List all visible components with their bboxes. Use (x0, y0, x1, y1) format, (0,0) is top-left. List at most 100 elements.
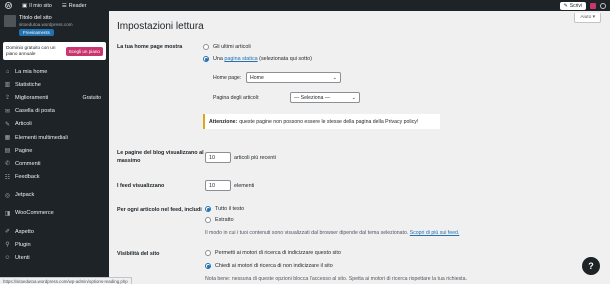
my-site-icon: ▣ (22, 2, 28, 9)
posts-page-select-label: Pagina degli articoli: (213, 95, 260, 101)
sidebar-item-aspetto[interactable]: ✐ Aspetto (0, 225, 109, 238)
sidebar-menu: ⌂ La mia home ▥ Statistiche ⇪ Miglioramenti Gr… (0, 65, 109, 265)
visibility-allow-option[interactable]: Permetti ai motori di ricerca di indiciz… (205, 250, 341, 256)
sidebar-item-casella-di-posta[interactable]: ✉ Casella di posta (0, 105, 109, 118)
feed-items-label: I feed visualizzano (117, 183, 165, 189)
reader-icon: ☰ (61, 2, 67, 9)
domain-promo: Dominio gratuito con un piano annuale Sc… (3, 42, 106, 60)
latest-radio[interactable] (203, 44, 209, 50)
sidebar-item-woocommerce[interactable]: ◨ WooCommerce (0, 207, 109, 220)
homepage-select-value: Home (250, 74, 264, 81)
sidebar-item-elementi-multimediali[interactable]: ▦ Elementi multimediali (0, 131, 109, 144)
notice-text: queste pagine non possono essere le stes… (239, 118, 419, 125)
feed-excerpt-option[interactable]: Estratto (205, 217, 234, 223)
full-text-label: Tutto il testo (215, 206, 245, 212)
excerpt-label: Estratto (215, 217, 234, 223)
site-header[interactable]: Titolo del sito sitoedutoa.wordpress.com… (0, 11, 109, 38)
admin-bar: W ▣ Il mio sito ☰ Reader ✎ Scrivi (0, 0, 610, 11)
homepage-static-option[interactable]: Una pagina statica (selezionata qui sott… (203, 56, 312, 62)
allow-indexing-label: Permetti ai motori di ricerca di indiciz… (215, 250, 341, 256)
static-page-link[interactable]: pagina statica (224, 56, 257, 62)
sidebar-item-label: Statistiche (15, 81, 41, 88)
comment-icon: ✆ (4, 161, 11, 168)
sidebar-item-label: Jetpack (15, 192, 35, 199)
user-avatar[interactable] (590, 2, 596, 9)
homepage-latest-option[interactable]: Gli ultimi articoli (203, 44, 251, 50)
excerpt-radio[interactable] (205, 217, 211, 223)
sidebar-item-plugin[interactable]: ⚲ Plugin (0, 238, 109, 251)
pin-icon: ✎ (4, 121, 11, 128)
notifications-icon[interactable] (600, 2, 606, 9)
write-icon: ✎ (563, 2, 568, 9)
feed-learn-more-link[interactable]: Scopri di più sui feed. (410, 230, 460, 236)
sidebar-item-label: La mia home (15, 68, 48, 75)
sidebar-item-pagine[interactable]: ▤ Pagine (0, 144, 109, 157)
inbox-icon: ✉ (4, 108, 11, 115)
reader-link[interactable]: ☰ Reader (57, 0, 92, 11)
visibility-block-option[interactable]: Chiedi ai motori di ricerca di non indic… (205, 263, 333, 269)
feed-full-text-option[interactable]: Tutto il testo (205, 206, 244, 212)
sidebar-item-label: WooCommerce (15, 210, 54, 217)
sidebar-item-utenti[interactable]: ☺ Utenti (0, 251, 109, 264)
sidebar-item-label: Utenti (15, 255, 30, 262)
user-icon: ☺ (4, 255, 11, 262)
latest-label: Gli ultimi articoli (213, 44, 251, 50)
page-icon: ▤ (4, 148, 11, 155)
my-site-label: Il mio sito (29, 2, 52, 9)
homepage-label: La tua home page mostra (117, 44, 183, 50)
sidebar-item-aside: Gratuito (82, 94, 101, 101)
site-url: sitoedutoa.wordpress.com (19, 22, 73, 27)
posts-page-select[interactable]: — Seleziona — ⌄ (290, 92, 360, 103)
help-question-button[interactable]: ? (582, 257, 600, 275)
sidebar-item-articoli[interactable]: ✎ Articoli (0, 118, 109, 131)
jetpack-icon: ◎ (4, 192, 11, 199)
promo-text: Dominio gratuito con un piano annuale (6, 45, 56, 56)
wordpress-menu[interactable]: W (0, 0, 17, 11)
write-button[interactable]: ✎ Scrivi (559, 1, 586, 10)
feed-items-suffix: elementi (234, 183, 255, 189)
sidebar-item-feedback[interactable]: ☷ Feedback (0, 171, 109, 184)
posts-per-page-label: Le pagine del blog visualizzano al massi… (117, 150, 204, 164)
main-content: Aiuto ▾ Impostazioni lettura (109, 11, 610, 284)
visibility-label: Visibilità del sito (117, 251, 160, 257)
full-text-radio[interactable] (205, 206, 211, 212)
visibility-note: Nota bene: nessuna di queste opzioni blo… (205, 276, 467, 282)
admin-sidebar: Titolo del sito sitoedutoa.wordpress.com… (0, 11, 109, 284)
sidebar-item-commenti[interactable]: ✆ Commenti (0, 157, 109, 170)
sidebar-item-label: Aspetto (15, 228, 34, 235)
page-title: Impostazioni lettura (117, 21, 204, 32)
site-icon (4, 15, 16, 27)
sidebar-item-jetpack[interactable]: ◎ Jetpack (0, 189, 109, 202)
homepage-select[interactable]: Home ⌄ (246, 72, 341, 83)
feed-description: Il modo in cui i tuoi contenuti sono vis… (205, 230, 460, 236)
static-radio[interactable] (203, 56, 209, 62)
write-label: Scrivi (569, 2, 582, 9)
block-indexing-radio[interactable] (205, 263, 211, 269)
my-site-link[interactable]: ▣ Il mio sito (17, 0, 57, 11)
allow-indexing-radio[interactable] (205, 250, 211, 256)
choose-plan-button[interactable]: Scegli un piano (65, 46, 103, 56)
sidebar-item-label: Commenti (15, 160, 41, 167)
help-tab-button[interactable]: Aiuto ▾ (574, 13, 601, 23)
woo-icon: ◨ (4, 210, 11, 217)
feed-items-input[interactable]: 10 (205, 180, 231, 191)
site-title: Titolo del sito (19, 15, 52, 21)
block-indexing-label: Chiedi ai motori di ricerca di non indic… (215, 263, 333, 269)
wordpress-logo-icon: W (5, 2, 12, 9)
posts-per-page-suffix: articoli più recenti (234, 155, 276, 161)
chevron-down-icon: ⌄ (351, 95, 356, 101)
sidebar-item-miglioramenti[interactable]: ⇪ Miglioramenti Gratuito (0, 91, 109, 104)
plan-badge: Freeinaments (19, 29, 54, 36)
upgrade-icon: ⇪ (4, 95, 11, 102)
static-label: Una pagina statica (selezionata qui sott… (213, 56, 312, 62)
sidebar-item-label: Elementi multimediali (15, 134, 68, 141)
sidebar-item-label: Casella di posta (15, 108, 55, 115)
posts-page-select-value: — Seleziona — (294, 94, 331, 101)
sidebar-item-statistiche[interactable]: ▥ Statistiche (0, 78, 109, 91)
plug-icon: ⚲ (5, 242, 10, 249)
media-icon: ▦ (4, 135, 11, 142)
posts-per-page-input[interactable]: 10 (205, 152, 231, 163)
sidebar-item-la-mia-home[interactable]: ⌂ La mia home (0, 65, 109, 78)
sidebar-item-label: Plugin (15, 241, 31, 248)
feed-content-label: Per ogni articolo nel feed, includi (117, 207, 202, 213)
